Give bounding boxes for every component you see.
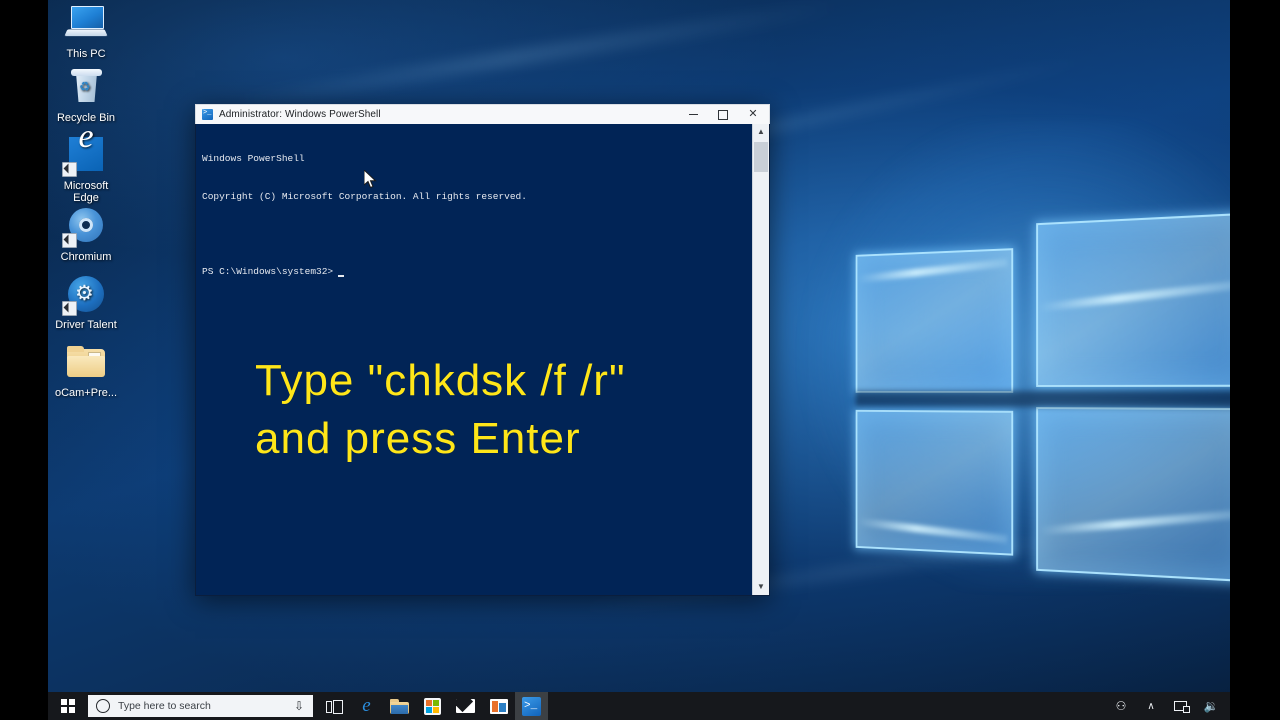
taskbar-item-microsoft-edge[interactable]: e: [350, 692, 383, 720]
taskbar-item-microsoft-store[interactable]: [416, 692, 449, 720]
people-icon[interactable]: ⚇: [1106, 692, 1136, 720]
desktop-icon-label: Chromium: [60, 251, 112, 263]
text-cursor: [338, 275, 345, 277]
desktop-icon-driver-talent[interactable]: ⚙ Driver Talent: [48, 275, 124, 331]
minimize-button[interactable]: [678, 105, 708, 124]
console-scrollbar[interactable]: ▲ ▼: [752, 124, 769, 595]
recycle-bin-icon: ♻: [64, 68, 108, 108]
system-tray[interactable]: ⚇ ∧ 🔉: [1106, 692, 1230, 720]
volume-icon[interactable]: 🔉: [1196, 692, 1226, 720]
desktop-icon-this-pc[interactable]: This PC: [48, 4, 124, 60]
console-output[interactable]: Windows PowerShell Copyright (C) Microso…: [196, 128, 760, 303]
windows-logo-icon: [61, 699, 75, 713]
chevron-up-icon[interactable]: ∧: [1136, 692, 1166, 720]
desktop-icon-recycle-bin[interactable]: ♻ Recycle Bin: [48, 68, 124, 124]
shortcut-arrow-icon: [62, 233, 77, 248]
desktop-icon-label: Microsoft: [63, 180, 109, 192]
folder-icon: [64, 343, 108, 383]
monitor-icon: [64, 4, 108, 44]
desktop-icon-label-line2: Edge: [73, 192, 99, 204]
start-button[interactable]: [48, 692, 88, 720]
window-title: Administrator: Windows PowerShell: [219, 109, 381, 120]
mail-icon: [456, 699, 475, 713]
powershell-icon: [522, 696, 541, 716]
close-button[interactable]: ✕: [738, 105, 768, 124]
desktop-icon-ocam-folder[interactable]: oCam+Pre...: [48, 343, 124, 399]
store-icon: [424, 697, 441, 715]
search-placeholder: Type here to search: [118, 700, 211, 712]
console-prompt: PS C:\Windows\system32>: [202, 265, 334, 277]
windows-hero-logo: [855, 204, 1230, 583]
desktop-icon-microsoft-edge[interactable]: Microsoft Edge: [48, 131, 124, 204]
scroll-down-icon[interactable]: ▼: [753, 579, 769, 595]
close-icon: ✕: [748, 108, 758, 120]
taskbar-item-windows-powershell[interactable]: [515, 692, 548, 720]
shortcut-arrow-icon: [62, 162, 77, 177]
console-prompt-line: PS C:\Windows\system32>: [202, 266, 754, 279]
logo-pane-bottom-right: [1036, 406, 1230, 583]
console-line: Copyright (C) Microsoft Corporation. All…: [202, 190, 527, 202]
taskbar[interactable]: Type here to search ⇩ e >_ ⚇ ∧ 🔉: [48, 692, 1230, 720]
instruction-caption: Type "chkdsk /f /r" and press Enter: [255, 352, 725, 468]
office-icon: [489, 698, 508, 714]
taskbar-item-file-explorer[interactable]: [383, 692, 416, 720]
cortana-circle-icon: [96, 699, 110, 713]
minimize-icon: [688, 114, 698, 115]
task-view-icon: [326, 700, 343, 714]
caption-line-1: Type "chkdsk /f /r": [255, 356, 626, 405]
maximize-button[interactable]: [708, 105, 738, 124]
desktop-icon-label: This PC: [66, 48, 106, 60]
desktop-icon-label: Driver Talent: [55, 319, 117, 331]
shortcut-arrow-icon: [62, 301, 77, 316]
console-line: Windows PowerShell: [202, 153, 305, 164]
desktop-icon-chromium[interactable]: Chromium: [48, 207, 124, 263]
taskbar-item-mail[interactable]: [449, 692, 482, 720]
network-icon[interactable]: [1166, 692, 1196, 720]
task-view-button[interactable]: [317, 692, 350, 720]
mouse-cursor: [363, 168, 378, 190]
microphone-icon[interactable]: ⇩: [294, 700, 304, 712]
logo-seam: [855, 390, 1230, 409]
desktop-icon-label: oCam+Pre...: [54, 387, 118, 399]
taskbar-item-office[interactable]: [482, 692, 515, 720]
caption-line-2: and press Enter: [255, 414, 581, 463]
powershell-window[interactable]: Administrator: Windows PowerShell ✕ Wind…: [195, 104, 770, 596]
window-titlebar[interactable]: Administrator: Windows PowerShell ✕: [195, 104, 770, 124]
powershell-icon: [202, 108, 213, 120]
folder-icon: [390, 698, 409, 714]
scrollbar-thumb[interactable]: [754, 142, 768, 172]
screen: This PC ♻ Recycle Bin Microsoft Edge Ch: [0, 0, 1280, 720]
scroll-up-icon[interactable]: ▲: [753, 124, 769, 140]
gear-icon: ⚙: [62, 275, 108, 316]
edge-icon: [62, 131, 108, 177]
edge-icon: e: [362, 695, 371, 716]
wallpaper-light-streak: [230, 0, 846, 111]
maximize-icon: [718, 109, 728, 120]
chromium-icon: [62, 207, 108, 248]
search-input[interactable]: Type here to search ⇩: [88, 695, 313, 717]
